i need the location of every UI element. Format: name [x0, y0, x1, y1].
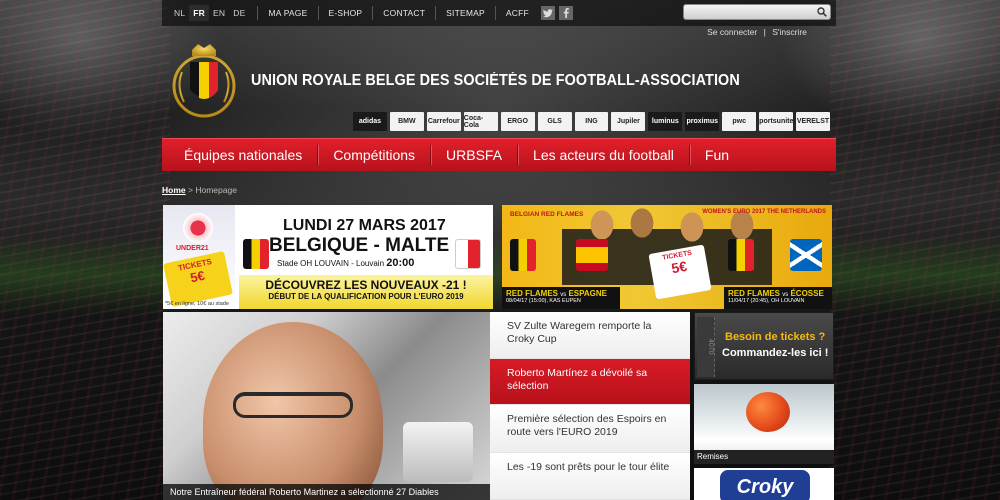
- link-eshop[interactable]: E-SHOP: [327, 8, 365, 18]
- sponsor-logo[interactable]: pwc: [722, 112, 757, 131]
- sponsor-logo[interactable]: proximus: [685, 112, 720, 131]
- link-acff[interactable]: ACFF: [504, 8, 531, 18]
- lang-fr[interactable]: FR: [189, 5, 210, 21]
- match-2-info: RED FLAMES vs ÉCOSSE 11/04/17 (20:45), O…: [724, 287, 832, 309]
- link-contact[interactable]: CONTACT: [381, 8, 427, 18]
- sponsor-logo[interactable]: VERELST: [796, 112, 830, 131]
- red-flames-logo: BELGIAN RED FLAMES: [510, 211, 584, 218]
- register-link[interactable]: S'inscrire: [772, 27, 807, 37]
- match-1-details: 08/04/17 (15:00), KAS EUPEN: [506, 298, 581, 304]
- pitch: [0, 235, 1000, 315]
- ticket-price: 5€: [670, 257, 689, 277]
- sponsor-logo[interactable]: GLS: [537, 112, 572, 131]
- nav-football-actors[interactable]: Les acteurs du football: [518, 139, 689, 171]
- separator: |: [763, 27, 766, 37]
- match-1-opponent: ESPAGNE: [568, 289, 607, 298]
- search-icon[interactable]: [814, 5, 830, 19]
- sponsor-bar: adidas BMW Carrefour Coca-Cola ERGO GLS …: [353, 112, 830, 131]
- match-2-title: RED FLAMES: [728, 289, 780, 298]
- sponsor-logo[interactable]: ERGO: [500, 112, 535, 131]
- womens-euro-logo: WOMEN'S EURO 2017 THE NETHERLANDS: [702, 209, 826, 215]
- main-nav: Équipes nationales Compétitions URBSFA L…: [162, 138, 836, 171]
- football-image: [746, 392, 790, 432]
- belgium-flag: [510, 239, 536, 271]
- lang-en[interactable]: EN: [209, 8, 229, 18]
- sponsor-logo[interactable]: ING: [574, 112, 609, 131]
- breadcrumb-sep: >: [188, 185, 193, 195]
- divider: [257, 6, 259, 20]
- promo-line-2: DÉBUT DE LA QUALIFICATION POUR L'EURO 20…: [268, 292, 464, 301]
- lang-nl[interactable]: NL: [170, 8, 189, 18]
- twitter-icon[interactable]: [540, 6, 555, 20]
- match-venue: Stade OH LOUVAIN - Louvain 20:00: [277, 257, 414, 269]
- scotland-flag: [790, 239, 822, 271]
- news-list: SV Zulte Waregem remporte la Croky Cup R…: [490, 312, 690, 500]
- red-flames-banner[interactable]: BELGIAN RED FLAMES WOMEN'S EURO 2017 THE…: [502, 205, 832, 309]
- breadcrumb-current: Homepage: [195, 185, 237, 195]
- match-2-opponent: ÉCOSSE: [790, 289, 824, 298]
- divider: [435, 6, 437, 20]
- divider: [372, 6, 374, 20]
- sponsor-logo[interactable]: Carrefour: [426, 112, 461, 131]
- belgium-flag: [243, 239, 269, 269]
- link-sitemap[interactable]: SITEMAP: [444, 8, 487, 18]
- venue-name: Stade OH LOUVAIN - Louvain: [277, 259, 385, 268]
- breadcrumb-home[interactable]: Home: [162, 185, 186, 195]
- lang-de[interactable]: DE: [229, 8, 249, 18]
- match-2-details: 11/04/17 (20:45), OH LOUVAIN: [728, 298, 805, 304]
- remises-label: Remises: [694, 450, 834, 464]
- featured-news-image[interactable]: Notre Entraîneur fédéral Roberto Martine…: [163, 312, 490, 500]
- divider: [494, 6, 496, 20]
- u21-badge: UNDER21: [176, 245, 209, 252]
- sponsor-logo[interactable]: luminus: [648, 112, 683, 131]
- facebook-icon[interactable]: [558, 6, 573, 20]
- news-item-active[interactable]: Roberto Martínez a dévoilé sa sélection: [490, 359, 690, 405]
- remises-promo[interactable]: Remises: [694, 384, 834, 464]
- nav-national-teams[interactable]: Équipes nationales: [162, 139, 317, 171]
- malta-flag: [455, 239, 481, 269]
- news-item[interactable]: Les -19 sont prêts pour le tour élite: [490, 453, 690, 500]
- news-item[interactable]: SV Zulte Waregem remporte la Croky Cup: [490, 312, 690, 359]
- sponsor-logo[interactable]: BMW: [389, 112, 424, 131]
- match-1-info: RED FLAMES vs ESPAGNE 08/04/17 (15:00), …: [502, 287, 620, 309]
- account-links: Se connecter | S'inscrire: [683, 27, 831, 37]
- nav-competitions[interactable]: Compétitions: [318, 139, 430, 171]
- promo-strip: DÉCOUVREZ LES NOUVEAUX -21 ! DÉBUT DE LA…: [239, 275, 493, 309]
- link-my-page[interactable]: MA PAGE: [266, 8, 309, 18]
- sponsor-logo[interactable]: Coca-Cola: [463, 112, 498, 131]
- login-link[interactable]: Se connecter: [707, 27, 757, 37]
- glasses: [233, 392, 353, 418]
- nav-urbsfa[interactable]: URBSFA: [431, 139, 517, 171]
- urbsfa-logo[interactable]: [172, 42, 236, 118]
- breadcrumb: Home > Homepage: [162, 185, 237, 195]
- belgium-flag: [728, 239, 754, 271]
- spain-flag: [576, 239, 608, 271]
- match-time: 20:00: [386, 257, 415, 269]
- sponsor-logo[interactable]: Sportsunited: [759, 112, 794, 131]
- ticket-stub: 4070: [697, 317, 715, 377]
- tickets-question: Besoin de tickets ?: [725, 331, 826, 343]
- match-title: BELGIQUE - MALTE: [269, 235, 450, 256]
- croky-logo: Croky: [720, 470, 810, 500]
- u21-emblem: [183, 213, 213, 243]
- tickets-cta: Commandez-les ici !: [722, 347, 829, 359]
- nav-fun[interactable]: Fun: [690, 139, 744, 171]
- search-input[interactable]: [683, 4, 831, 20]
- tickets-promo[interactable]: 4070 Besoin de tickets ? Commandez-les i…: [694, 312, 834, 380]
- fine-print: *5€ en ligne, 10€ au stade: [165, 301, 229, 307]
- sponsor-logo[interactable]: adidas: [353, 112, 387, 131]
- sponsor-logo[interactable]: Jupiler: [611, 112, 646, 131]
- featured-caption[interactable]: Notre Entraîneur fédéral Roberto Martine…: [163, 484, 490, 500]
- divider: [317, 6, 319, 20]
- u21-banner[interactable]: UNDER21 TICKETS 5€ *5€ en ligne, 10€ au …: [163, 205, 493, 309]
- site-title: UNION ROYALE BELGE DES SOCIÉTÉS DE FOOTB…: [251, 72, 740, 89]
- microphone: [403, 422, 473, 482]
- tickets-badge: TICKETS 5€: [648, 244, 712, 300]
- promo-line-1: DÉCOUVREZ LES NOUVEAUX -21 !: [265, 278, 467, 292]
- news-item[interactable]: Première sélection des Espoirs en route …: [490, 405, 690, 453]
- match-1-title: RED FLAMES: [506, 289, 558, 298]
- croky-cup-promo[interactable]: Croky: [694, 468, 834, 500]
- sidebar: 4070 Besoin de tickets ? Commandez-les i…: [694, 312, 834, 500]
- match-date: LUNDI 27 MARS 2017: [283, 217, 446, 234]
